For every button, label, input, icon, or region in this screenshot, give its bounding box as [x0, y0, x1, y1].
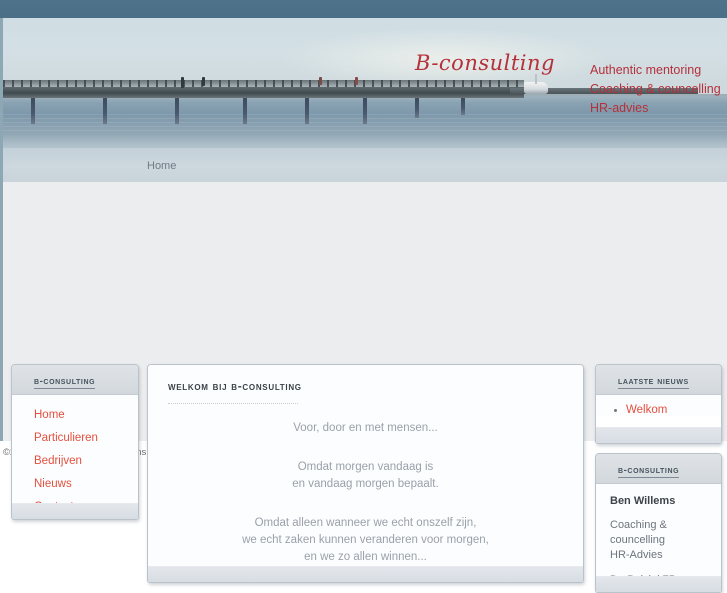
list-item: Particulieren: [12, 426, 138, 449]
sidebar-item-home[interactable]: Home: [12, 403, 138, 426]
contact-info-panel: B-CONSULTING Ben Willems Coaching & coun…: [595, 453, 722, 593]
sidebar-item-particulieren[interactable]: Particulieren: [12, 426, 138, 449]
contact-service-1: Coaching & councelling: [610, 519, 667, 546]
list-item: Bedrijven: [12, 449, 138, 472]
person-silhouette: [181, 77, 184, 88]
main-content-inner: Welkom bij b-consulting Voor, door en me…: [148, 365, 583, 581]
list-item: Welkom: [626, 404, 721, 416]
tagline-line-3: HR-advies: [590, 101, 649, 115]
news-list: Welkom: [596, 395, 721, 416]
news-item-welkom[interactable]: Welkom: [626, 404, 667, 416]
news-panel-footer-strip: [596, 427, 721, 443]
copy-line: en vandaag morgen bepaalt.: [292, 478, 439, 490]
copy-block: Voor, door en met mensen...: [168, 420, 563, 437]
copy-block: Omdat morgen vandaag is en vandaag morge…: [168, 459, 563, 493]
sidebar-nav-panel: B-CONSULTING Home Particulieren Bedrijve…: [11, 364, 139, 520]
news-panel: Laatste nieuws Welkom: [595, 364, 722, 444]
person-silhouette: [202, 77, 205, 86]
page-title: Welkom bij b-consulting: [168, 379, 302, 393]
pier-piling: [363, 98, 367, 124]
sidebar-nav-body: Home Particulieren Bedrijven Nieuws Cont…: [12, 395, 138, 518]
main-content-copy: Voor, door en met mensen... Omdat morgen…: [168, 404, 563, 566]
contact-info-header: B-CONSULTING: [596, 454, 721, 484]
news-panel-body: Welkom: [596, 395, 721, 416]
copy-line: we echt zaken kunnen veranderen voor mor…: [242, 534, 489, 546]
contact-service-2: HR-Advies: [610, 549, 663, 561]
list-item: Home: [12, 403, 138, 426]
copy-block: Omdat alleen wanneer we echt onszelf zij…: [168, 515, 563, 566]
person-silhouette: [355, 77, 358, 85]
main-content-footer-strip: [148, 566, 583, 582]
pier-piling: [103, 98, 107, 124]
sidebar-nav-header: B-CONSULTING: [12, 365, 138, 395]
contact-info-title: B-CONSULTING: [618, 465, 680, 478]
page-body: B-CONSULTING Home Particulieren Bedrijve…: [0, 182, 727, 593]
contact-info-footer-strip: [596, 576, 721, 592]
news-panel-title: Laatste nieuws: [618, 376, 689, 389]
copy-line: Omdat morgen vandaag is: [297, 461, 434, 473]
pier-piling: [305, 98, 309, 124]
tagline-line-2: Coaching & councelling: [590, 82, 721, 96]
top-accent-bar: [0, 0, 727, 18]
tagline-line-1: Authentic mentoring: [590, 63, 702, 77]
breadcrumb-bar: Home: [0, 148, 727, 182]
pier-piling: [461, 98, 465, 115]
copy-line: Voor, door en met mensen...: [293, 422, 438, 434]
contact-name: Ben Willems: [610, 495, 676, 507]
site-brand-title: B-consulting: [415, 51, 555, 75]
main-content-panel: Welkom bij b-consulting Voor, door en me…: [147, 364, 584, 583]
breadcrumb-current: Home: [147, 160, 177, 172]
sidebar-nav-list: Home Particulieren Bedrijven Nieuws Cont…: [12, 395, 138, 518]
sidebar-nav-footer-strip: [12, 503, 138, 519]
sidebar-item-nieuws[interactable]: Nieuws: [12, 472, 138, 495]
list-item: Nieuws: [12, 472, 138, 495]
pier-piling: [415, 98, 419, 118]
copy-line: en we zo allen winnen...: [304, 551, 427, 563]
pier-piling: [31, 98, 35, 124]
news-panel-header: Laatste nieuws: [596, 365, 721, 395]
copy-line: Omdat alleen wanneer we echt onszelf zij…: [254, 517, 477, 529]
header-banner: B-consulting Authentic mentoring Coachin…: [0, 18, 727, 148]
pier-deck: [3, 87, 525, 98]
main-content-body: Welkom bij b-consulting Voor, door en me…: [148, 365, 583, 581]
pier-piling: [243, 98, 247, 124]
site-taglines: Authentic mentoring Coaching & councelli…: [590, 61, 721, 118]
person-silhouette: [319, 77, 322, 85]
sidebar-item-bedrijven[interactable]: Bedrijven: [12, 449, 138, 472]
pier-piling: [175, 98, 179, 124]
sidebar-nav-title: B-CONSULTING: [34, 376, 96, 389]
boat-mast: [535, 74, 538, 84]
banner-gradient-overlay: [3, 134, 727, 148]
